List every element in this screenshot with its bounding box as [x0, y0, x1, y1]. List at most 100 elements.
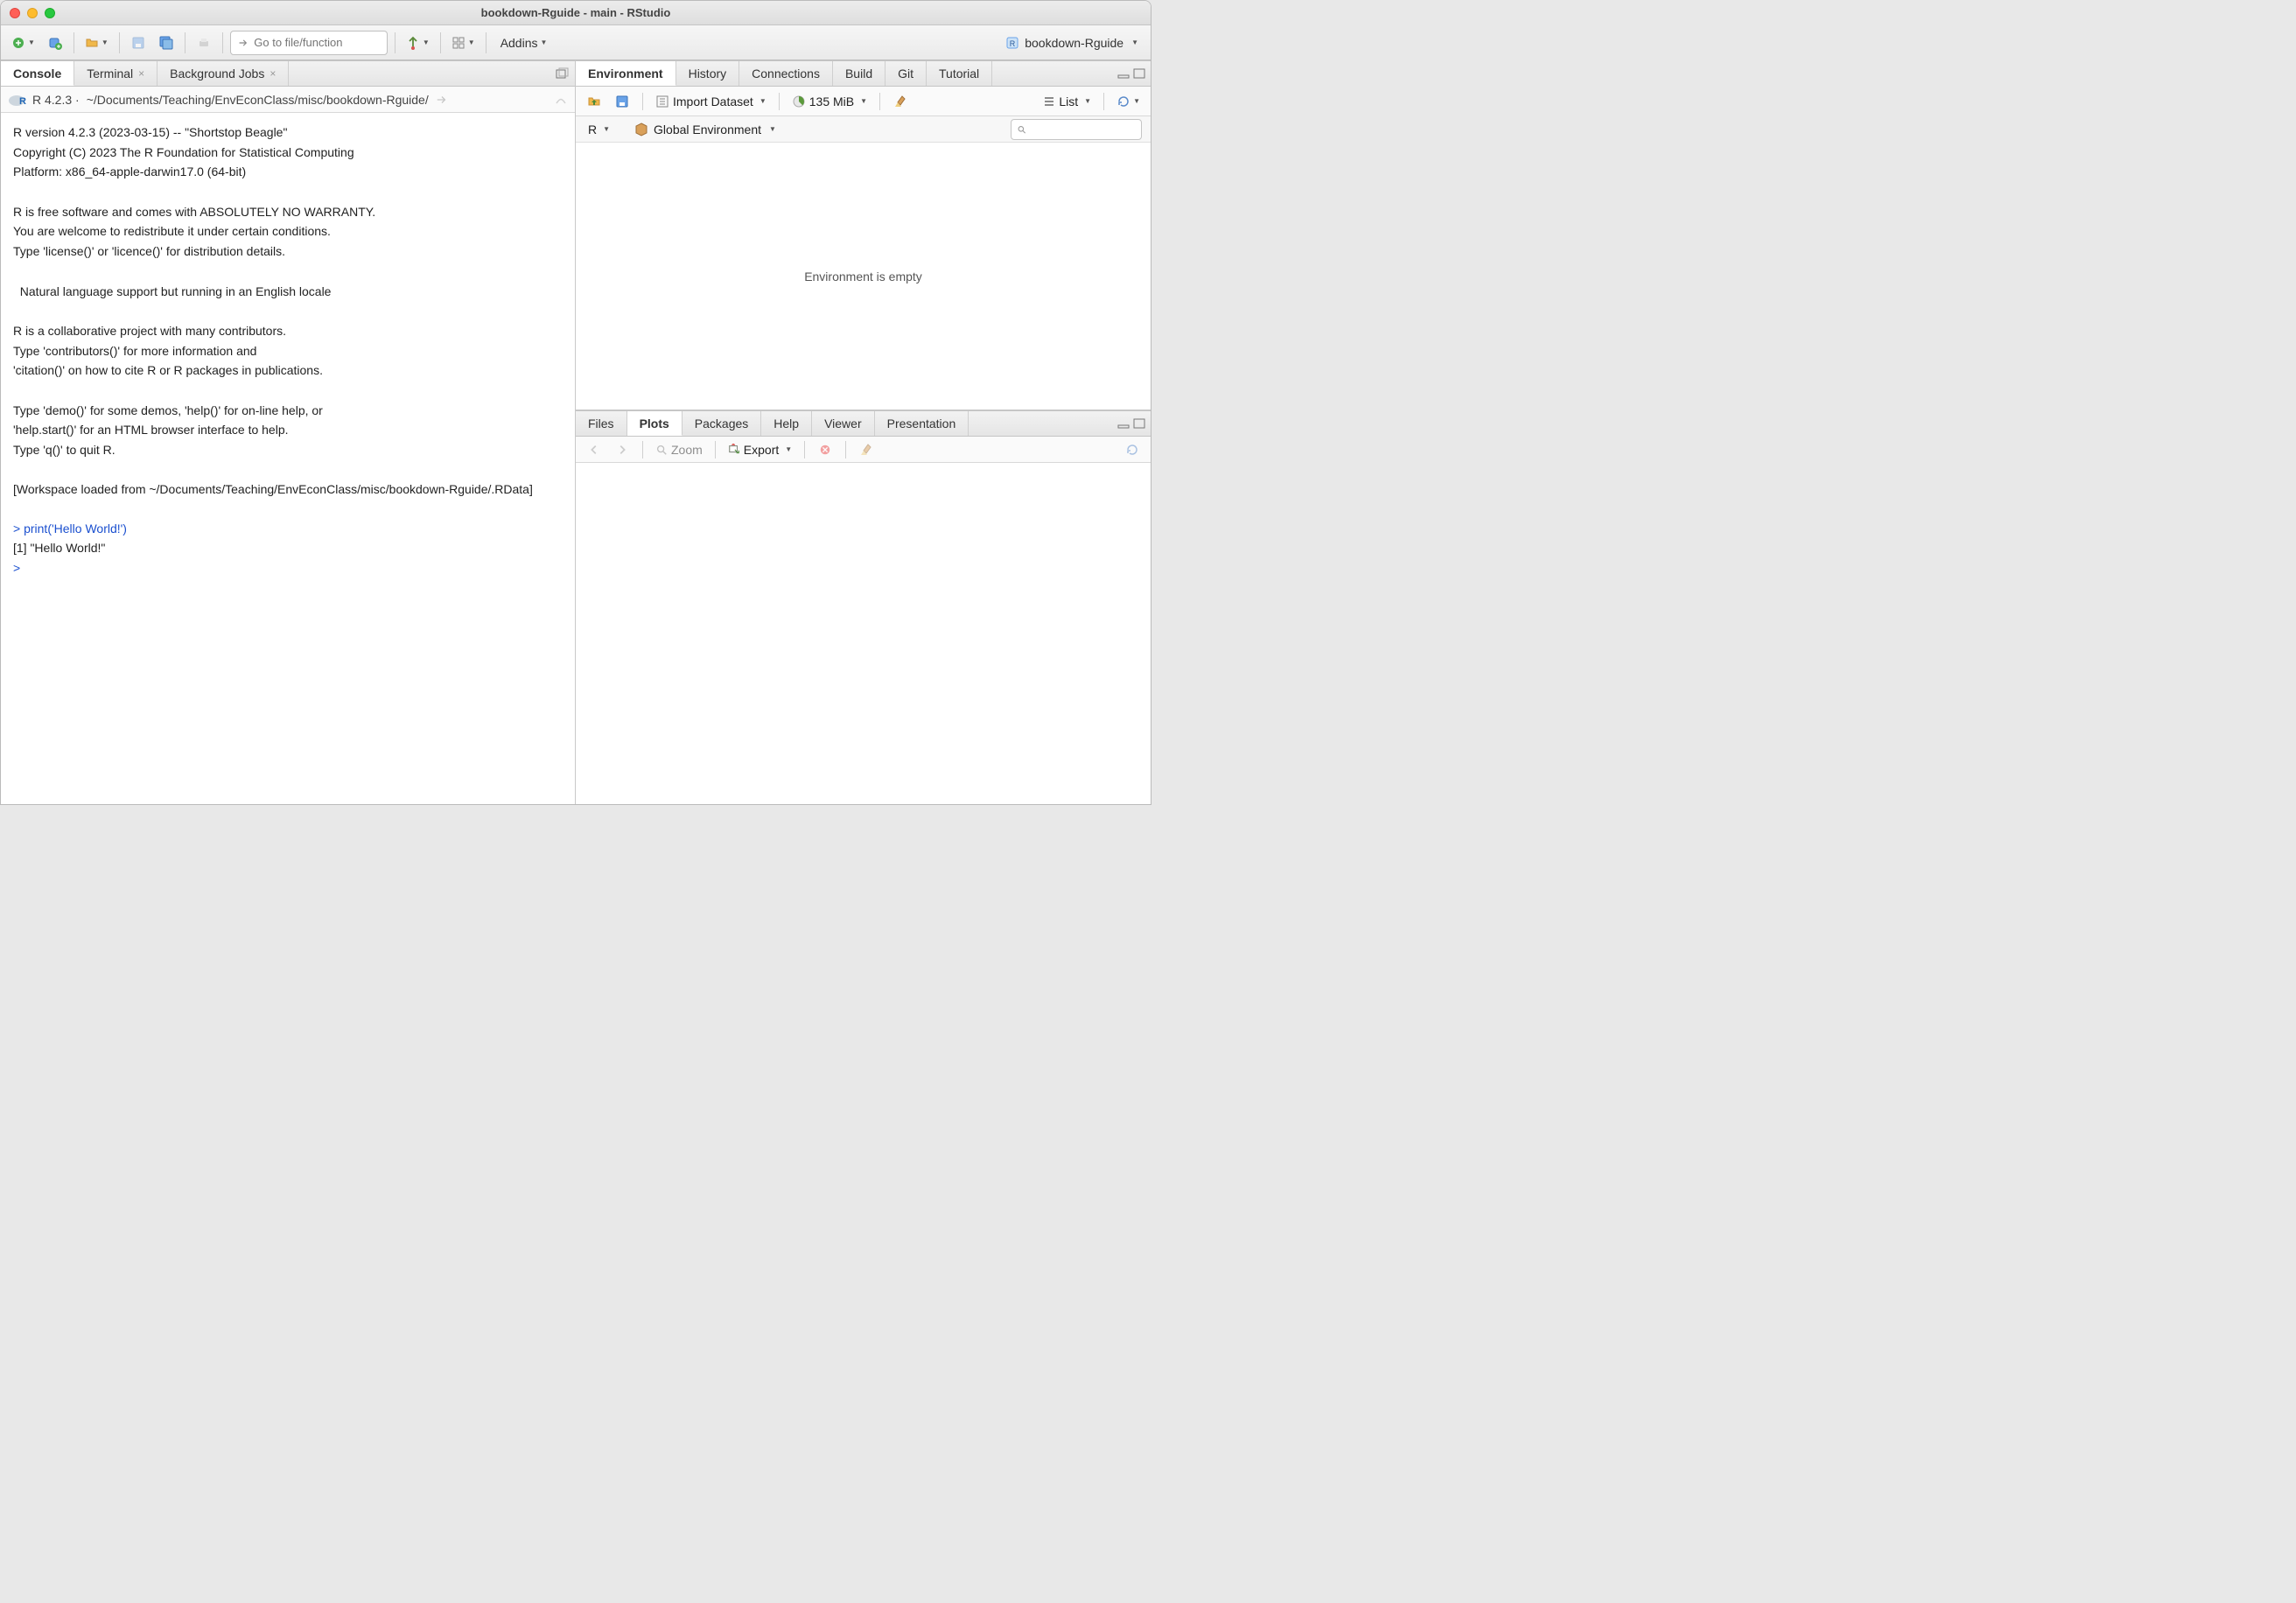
open-folder-icon [85, 36, 99, 50]
list-icon [1043, 96, 1055, 107]
tab-build[interactable]: Build [833, 61, 886, 86]
tab-terminal[interactable]: Terminal× [74, 61, 158, 86]
panes-button[interactable]: ▼ [448, 32, 479, 54]
remove-icon [819, 444, 831, 456]
pane-minimize-icon[interactable] [1117, 418, 1130, 429]
new-file-button[interactable]: ▼ [8, 32, 38, 54]
panes-container: Console Terminal× Background Jobs× R R 4… [1, 60, 1151, 804]
tab-environment[interactable]: Environment [576, 61, 676, 86]
save-icon [615, 94, 629, 108]
chevron-down-icon: ▼ [860, 97, 867, 105]
new-project-button[interactable] [44, 32, 66, 54]
plot-back-button[interactable] [583, 438, 606, 461]
console-output[interactable]: R version 4.2.3 (2023-03-15) -- "Shortst… [1, 113, 575, 804]
tab-tutorial[interactable]: Tutorial [927, 61, 992, 86]
chevron-down-icon: ▼ [28, 38, 35, 46]
environment-pane: Environment History Connections Build Gi… [576, 60, 1151, 410]
print-button[interactable] [192, 32, 215, 54]
broom-icon [893, 94, 907, 108]
refresh-icon [1116, 94, 1130, 108]
load-workspace-button[interactable] [583, 90, 606, 113]
addins-label: Addins [500, 36, 538, 50]
goto-file-function-box[interactable] [230, 31, 388, 55]
new-file-icon [11, 36, 25, 50]
plots-toolbar: Zoom Export ▼ [576, 437, 1151, 463]
pane-maximize-icon[interactable] [1133, 418, 1145, 429]
environment-scope-select[interactable]: Global Environment ▼ [631, 118, 780, 141]
refresh-plots-button[interactable] [1121, 438, 1144, 461]
tab-help[interactable]: Help [761, 411, 812, 436]
plots-tabbar: Files Plots Packages Help Viewer Present… [576, 410, 1151, 437]
pane-maximize-icon[interactable] [1133, 68, 1145, 79]
plots-canvas [576, 463, 1151, 804]
close-window-button[interactable] [10, 8, 20, 18]
svg-text:R: R [1010, 39, 1016, 48]
import-dataset-button[interactable]: Import Dataset ▼ [652, 90, 770, 113]
clear-plots-button[interactable] [855, 438, 878, 461]
environment-toolbar: Import Dataset ▼ 135 MiB ▼ [576, 87, 1151, 116]
save-workspace-button[interactable] [611, 90, 634, 113]
panes-icon [452, 36, 466, 50]
clear-objects-button[interactable] [889, 90, 912, 113]
chevron-down-icon: ▼ [423, 38, 430, 46]
view-mode-button[interactable]: List ▼ [1040, 90, 1095, 113]
pane-restore-icon[interactable] [556, 67, 570, 80]
plot-forward-button[interactable] [611, 438, 634, 461]
close-icon[interactable]: × [138, 67, 144, 80]
pane-minimize-icon[interactable] [1117, 68, 1130, 79]
tab-packages[interactable]: Packages [682, 411, 761, 436]
tab-connections[interactable]: Connections [739, 61, 833, 86]
save-all-icon [159, 36, 173, 50]
tab-files[interactable]: Files [576, 411, 627, 436]
tab-plots[interactable]: Plots [627, 411, 682, 436]
rstudio-window: bookdown-Rguide - main - RStudio ▼ ▼ [0, 0, 1152, 805]
project-selector[interactable]: R bookdown-Rguide ▼ [1000, 36, 1144, 50]
project-icon: R [1005, 36, 1019, 50]
tab-git[interactable]: Git [886, 61, 927, 86]
pane-window-controls [1112, 61, 1151, 86]
close-icon[interactable]: × [270, 67, 276, 80]
tab-history[interactable]: History [676, 61, 740, 86]
open-path-icon[interactable] [436, 94, 448, 106]
chevron-down-icon: ▼ [1084, 97, 1091, 105]
project-name: bookdown-Rguide [1025, 36, 1124, 50]
open-file-button[interactable]: ▼ [81, 32, 112, 54]
titlebar: bookdown-Rguide - main - RStudio [1, 1, 1151, 25]
vcs-button[interactable]: ▼ [402, 32, 433, 54]
console-tabbar: Console Terminal× Background Jobs× [1, 60, 575, 87]
minimize-window-button[interactable] [27, 8, 38, 18]
chevron-down-icon: ▼ [785, 445, 792, 453]
maximize-window-button[interactable] [45, 8, 55, 18]
clear-console-icon[interactable] [554, 93, 568, 107]
pane-window-controls [550, 61, 575, 86]
search-input[interactable] [1026, 122, 1136, 136]
save-button[interactable] [127, 32, 150, 54]
chevron-down-icon: ▼ [1131, 38, 1138, 46]
remove-plot-button[interactable] [814, 438, 836, 461]
pane-window-controls [1112, 411, 1151, 436]
tab-viewer[interactable]: Viewer [812, 411, 875, 436]
memory-usage[interactable]: 135 MiB ▼ [788, 90, 871, 113]
chevron-down-icon: ▼ [102, 38, 108, 46]
arrow-left-icon [588, 444, 600, 456]
tab-presentation[interactable]: Presentation [875, 411, 970, 436]
main-toolbar: ▼ ▼ ▼ ▼ [1, 25, 1151, 60]
export-button[interactable]: Export ▼ [724, 438, 795, 461]
tab-background-jobs[interactable]: Background Jobs× [158, 61, 289, 86]
console-toolbar: R R 4.2.3 · ~/Documents/Teaching/EnvEcon… [1, 87, 575, 113]
zoom-button[interactable]: Zoom [652, 438, 706, 461]
save-all-button[interactable] [155, 32, 178, 54]
environment-search[interactable] [1011, 119, 1142, 140]
new-project-icon [48, 36, 62, 50]
goto-input[interactable] [254, 36, 380, 49]
console-path: R 4.2.3 · ~/Documents/Teaching/EnvEconCl… [32, 93, 448, 107]
addins-menu[interactable]: Addins ▼ [494, 36, 555, 50]
import-icon [655, 94, 669, 108]
refresh-icon [1125, 443, 1139, 457]
git-branch-icon [406, 36, 420, 50]
refresh-button[interactable]: ▼ [1113, 90, 1144, 113]
tab-console[interactable]: Console [1, 61, 74, 86]
language-scope-select[interactable]: R ▼ [584, 118, 613, 141]
window-title: bookdown-Rguide - main - RStudio [1, 6, 1151, 19]
print-icon [197, 36, 211, 50]
